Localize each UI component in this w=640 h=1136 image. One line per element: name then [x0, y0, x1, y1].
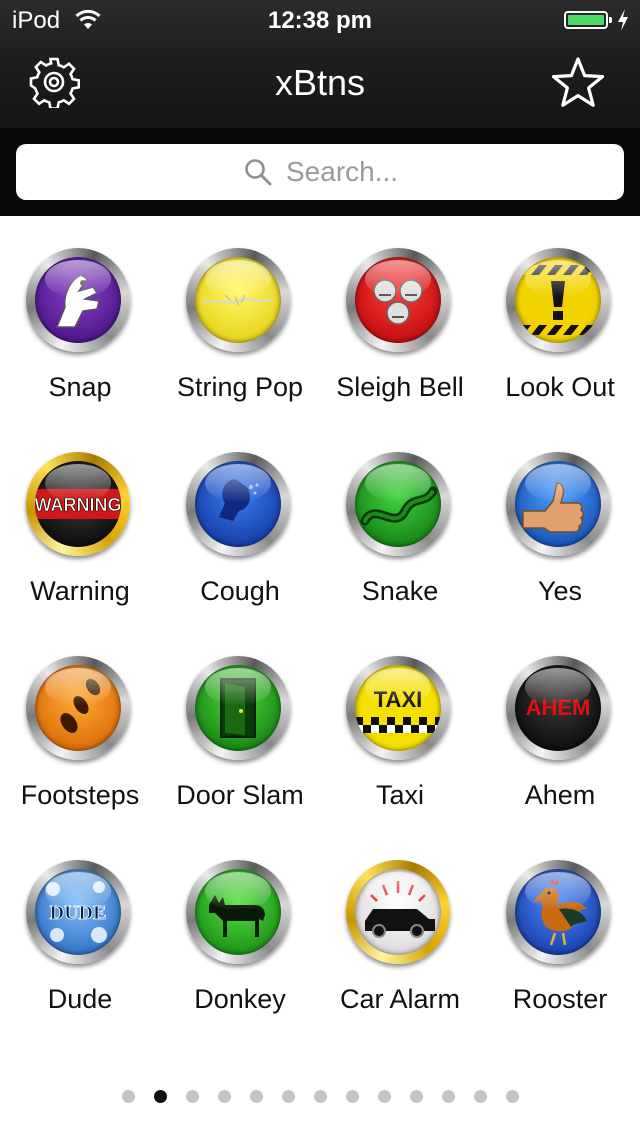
search-bar: [0, 128, 640, 216]
sound-button-look-out[interactable]: Look Out: [480, 216, 640, 420]
snap-icon: [55, 274, 100, 328]
warning-icon: WARNING: [35, 489, 121, 519]
ahem-text: AHEM: [526, 695, 591, 720]
page-dot-4[interactable]: [218, 1090, 231, 1103]
search-input[interactable]: [16, 144, 624, 200]
sound-button-yes[interactable]: Yes: [480, 420, 640, 624]
sound-button-ahem[interactable]: AHEM Ahem: [480, 624, 640, 828]
button-label: Ahem: [524, 780, 596, 810]
button-label: String Pop: [176, 372, 304, 402]
button-label: Cough: [200, 576, 280, 606]
button-label: Snap: [48, 372, 112, 402]
warning-text: WARNING: [35, 495, 121, 515]
footsteps-icon: [60, 678, 101, 733]
button-label: Door Slam: [176, 780, 304, 810]
page-dot-10[interactable]: [410, 1090, 423, 1103]
taxi-text: TAXI: [374, 687, 422, 712]
snake-icon: [360, 486, 438, 526]
taxi-icon: TAXI: [355, 687, 441, 733]
page-dot-6[interactable]: [282, 1090, 295, 1103]
page-dot-11[interactable]: [442, 1090, 455, 1103]
battery-fill: [568, 15, 604, 25]
cough-icon: [219, 479, 259, 521]
page-dot-8[interactable]: [346, 1090, 359, 1103]
page-dot-1[interactable]: [122, 1090, 135, 1103]
page-dot-3[interactable]: [186, 1090, 199, 1103]
button-label: Rooster: [512, 984, 608, 1014]
page-dot-5[interactable]: [250, 1090, 263, 1103]
button-label: Warning: [30, 576, 130, 606]
page-dot-7[interactable]: [314, 1090, 327, 1103]
donkey-icon: [209, 895, 265, 937]
door-icon: [220, 678, 256, 738]
rooster-icon: [533, 879, 587, 946]
sound-button-dude[interactable]: DUDE Dude: [0, 828, 160, 1032]
clock: 12:38 pm: [267, 7, 373, 34]
button-label: Donkey: [194, 984, 286, 1014]
sound-button-warning[interactable]: WARNING Warning: [0, 420, 160, 624]
star-icon[interactable]: [550, 56, 606, 110]
button-label: Sleigh Bell: [336, 372, 464, 402]
car-alarm-icon: [365, 881, 435, 938]
sound-button-string-pop[interactable]: String Pop: [160, 216, 320, 420]
sound-button-taxi[interactable]: TAXI Taxi: [320, 624, 480, 828]
button-label: Car Alarm: [339, 984, 461, 1014]
sound-button-snake[interactable]: Snake: [320, 420, 480, 624]
dude-icon: DUDE: [46, 881, 107, 943]
button-label: Dude: [47, 984, 113, 1014]
sound-button-donkey[interactable]: Donkey: [160, 828, 320, 1032]
button-label: Taxi: [375, 780, 424, 810]
sound-button-cough[interactable]: Cough: [160, 420, 320, 624]
button-label: Yes: [537, 576, 583, 606]
sound-button-footsteps[interactable]: Footsteps: [0, 624, 160, 828]
ahem-icon: AHEM: [526, 695, 591, 720]
page-dot-9[interactable]: [378, 1090, 391, 1103]
page-dot-2[interactable]: [154, 1090, 167, 1103]
charging-bolt-icon: [618, 9, 628, 31]
dude-text: DUDE: [50, 902, 107, 924]
string-pop-icon: [202, 294, 274, 306]
button-label: Look Out: [505, 372, 615, 402]
top-bar: iPod 12:38 pm xBtns: [0, 0, 640, 128]
sound-button-snap[interactable]: Snap: [0, 216, 160, 420]
look-out-icon: [515, 265, 601, 335]
navigation-bar: xBtns: [0, 40, 640, 128]
sleigh-bell-icon: [373, 279, 423, 325]
button-label: Snake: [361, 576, 439, 606]
sound-button-door-slam[interactable]: Door Slam: [160, 624, 320, 828]
app-title: xBtns: [274, 62, 366, 103]
sound-button-rooster[interactable]: Rooster: [480, 828, 640, 1032]
sound-button-sleigh-bell[interactable]: Sleigh Bell: [320, 216, 480, 420]
sound-button-car-alarm[interactable]: Car Alarm: [320, 828, 480, 1032]
battery-icon: [564, 11, 612, 29]
page-indicator[interactable]: [0, 1090, 640, 1104]
thumbs-up-icon: [522, 482, 584, 533]
page-dot-12[interactable]: [474, 1090, 487, 1103]
button-label: Footsteps: [20, 780, 140, 810]
status-bar: iPod 12:38 pm: [0, 0, 640, 40]
page-dot-13[interactable]: [506, 1090, 519, 1103]
